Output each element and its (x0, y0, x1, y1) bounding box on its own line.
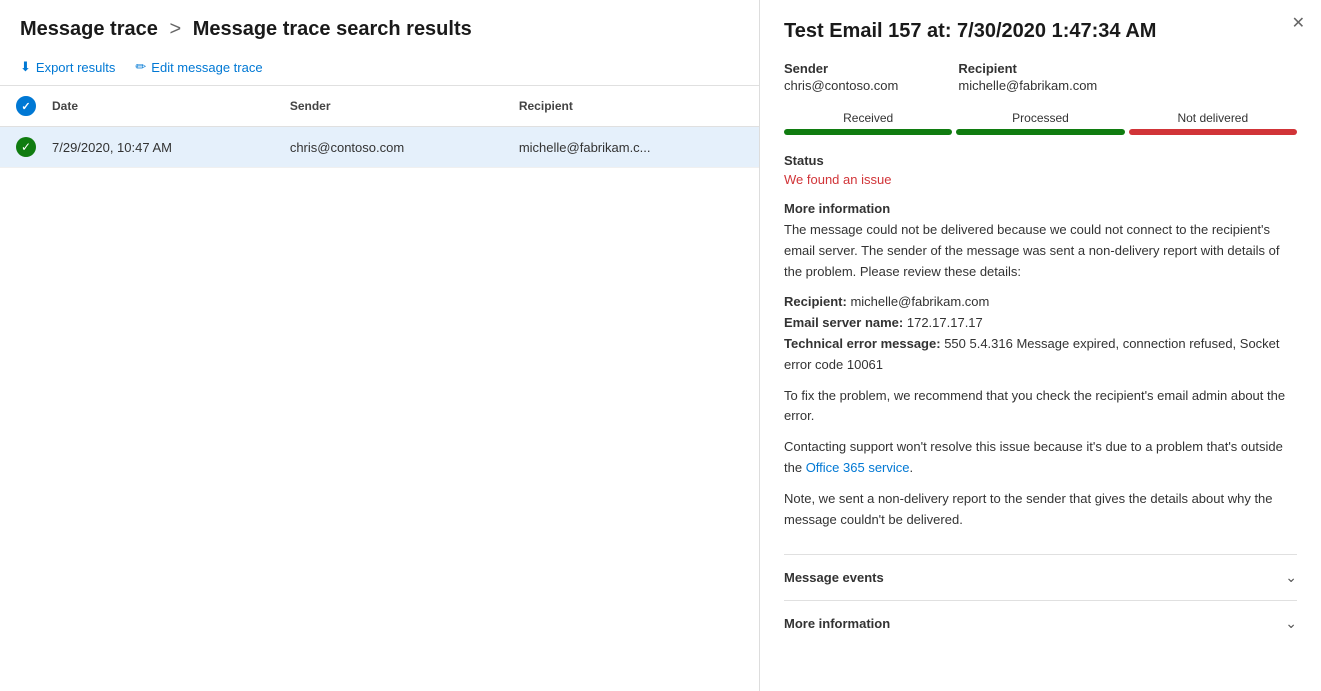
sender-group: Sender chris@contoso.com (784, 61, 898, 93)
step-processed: Processed (956, 111, 1124, 135)
more-info-para1: The message could not be delivered becau… (784, 220, 1297, 282)
support-para-end: . (910, 460, 914, 475)
step-not-delivered-label: Not delivered (1177, 111, 1248, 125)
status-heading: Status (784, 153, 1297, 168)
message-events-label: Message events (784, 570, 884, 585)
support-para: Contacting support won't resolve this is… (784, 437, 1297, 479)
detail-items: Recipient: michelle@fabrikam.com Email s… (784, 292, 1297, 375)
message-events-section[interactable]: Message events ⌄ (784, 554, 1297, 600)
recipient-label: Recipient (958, 61, 1097, 76)
tech-error-label: Technical error message: (784, 336, 941, 351)
download-icon: ⬇ (20, 59, 31, 75)
sender-recipient-row: Sender chris@contoso.com Recipient miche… (784, 61, 1297, 93)
export-label: Export results (36, 60, 115, 75)
breadcrumb: Message trace > Message trace search res… (0, 0, 759, 51)
row-check-cell: ✓ (0, 127, 36, 168)
recipient-group: Recipient michelle@fabrikam.com (958, 61, 1097, 93)
status-section: Status We found an issue (784, 153, 1297, 187)
sender-label: Sender (784, 61, 898, 76)
toolbar: ⬇ Export results ✏ Edit message trace (0, 51, 759, 86)
breadcrumb-current: Message trace search results (193, 18, 472, 40)
step-received-label: Received (843, 111, 893, 125)
more-info-heading: More information (784, 201, 1297, 216)
office365-link[interactable]: Office 365 service (806, 460, 910, 475)
row-date: 7/29/2020, 10:47 AM (36, 127, 274, 168)
progress-steps: Received Processed Not delivered (784, 111, 1297, 135)
chevron-down-icon: ⌄ (1285, 569, 1297, 586)
col-recipient: Recipient (503, 86, 759, 127)
results-table-container: ✓ Date Sender Recipient ✓ 7/29/2020, 10:… (0, 86, 759, 691)
step-received-bar (784, 129, 952, 135)
sender-value: chris@contoso.com (784, 78, 898, 93)
export-results-button[interactable]: ⬇ Export results (20, 59, 115, 75)
more-info-section: More information The message could not b… (784, 201, 1297, 540)
col-check: ✓ (0, 86, 36, 127)
status-value: We found an issue (784, 172, 1297, 187)
close-button[interactable]: ✕ (1292, 16, 1305, 32)
step-processed-label: Processed (1012, 111, 1069, 125)
select-all-icon[interactable]: ✓ (16, 96, 36, 116)
edit-label: Edit message trace (151, 60, 262, 75)
step-not-delivered-bar (1129, 129, 1297, 135)
note-para: Note, we sent a non-delivery report to t… (784, 489, 1297, 531)
table-row[interactable]: ✓ 7/29/2020, 10:47 AM chris@contoso.com … (0, 127, 759, 168)
recipient-detail-label: Recipient: (784, 294, 847, 309)
step-received: Received (784, 111, 952, 135)
left-panel: Message trace > Message trace search res… (0, 0, 760, 691)
row-sender: chris@contoso.com (274, 127, 503, 168)
edit-message-trace-button[interactable]: ✏ Edit message trace (135, 59, 262, 75)
edit-icon: ✏ (135, 59, 146, 75)
email-server-value: 172.17.17.17 (907, 315, 983, 330)
more-information-label: More information (784, 616, 890, 631)
detail-panel: ✕ Test Email 157 at: 7/30/2020 1:47:34 A… (760, 0, 1321, 691)
col-sender: Sender (274, 86, 503, 127)
recipient-detail-value: michelle@fabrikam.com (850, 294, 989, 309)
row-recipient: michelle@fabrikam.c... (503, 127, 759, 168)
results-table: ✓ Date Sender Recipient ✓ 7/29/2020, 10:… (0, 86, 759, 168)
step-not-delivered: Not delivered (1129, 111, 1297, 135)
fix-para: To fix the problem, we recommend that yo… (784, 386, 1297, 428)
breadcrumb-separator: > (169, 18, 181, 40)
step-processed-bar (956, 129, 1124, 135)
row-check-icon: ✓ (16, 137, 36, 157)
recipient-value: michelle@fabrikam.com (958, 78, 1097, 93)
breadcrumb-parent[interactable]: Message trace (20, 18, 158, 40)
detail-title: Test Email 157 at: 7/30/2020 1:47:34 AM (784, 20, 1297, 43)
more-information-section[interactable]: More information ⌄ (784, 600, 1297, 646)
chevron-down-icon-2: ⌄ (1285, 615, 1297, 632)
col-date: Date (36, 86, 274, 127)
email-server-label: Email server name: (784, 315, 903, 330)
